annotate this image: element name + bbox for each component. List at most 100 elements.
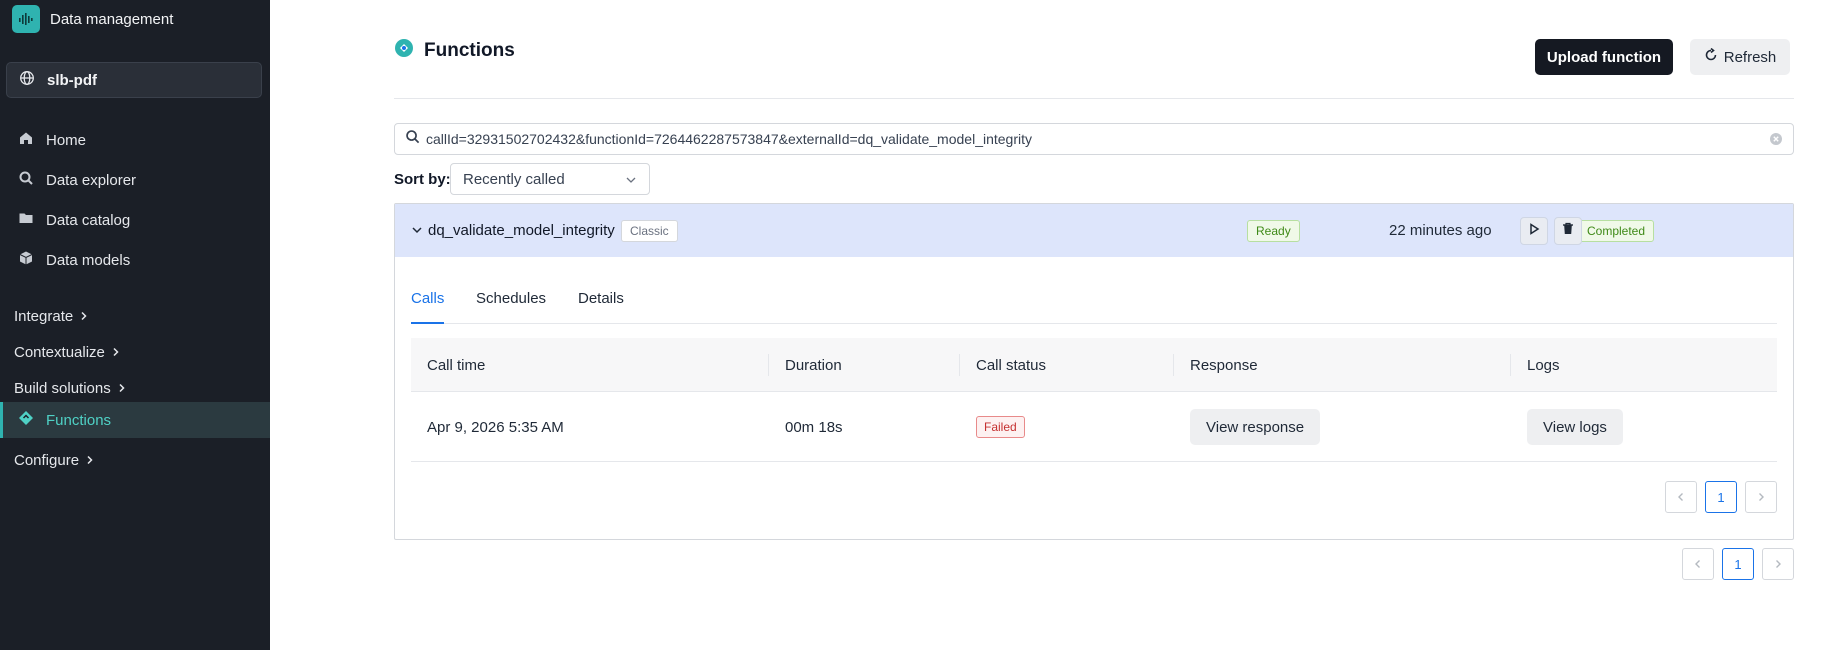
header-divider: [394, 98, 1794, 99]
function-tabs: Calls Schedules Details: [411, 288, 1777, 324]
column-separator: [768, 354, 769, 376]
sidebar-item-data-models[interactable]: Data models: [0, 242, 270, 278]
previous-page-button[interactable]: [1665, 481, 1697, 513]
chevron-down-icon: [625, 173, 637, 190]
page-number-button[interactable]: 1: [1722, 548, 1754, 580]
folder-icon: [18, 210, 34, 230]
call-time-cell: Apr 9, 2026 5:35 AM: [427, 418, 564, 436]
sidebar-item-label: Functions: [46, 411, 112, 429]
sort-label: Sort by:: [394, 171, 451, 188]
refresh-icon: [1704, 47, 1718, 66]
view-response-button[interactable]: View response: [1190, 409, 1321, 445]
sort-select[interactable]: Recently called: [450, 163, 650, 195]
sidebar: Data management slb-pdf Home Data explor…: [0, 0, 270, 650]
project-selector[interactable]: slb-pdf: [6, 62, 262, 98]
chevron-right-icon: [86, 452, 94, 469]
column-header-call-time[interactable]: Call time: [427, 338, 485, 392]
sidebar-item-home[interactable]: Home: [0, 122, 270, 158]
page-header: Functions: [394, 38, 515, 63]
play-icon: [1528, 222, 1540, 240]
page-title: Functions: [424, 39, 515, 61]
sidebar-section-label: Configure: [14, 452, 80, 469]
run-function-button[interactable]: [1520, 217, 1548, 245]
next-page-button[interactable]: [1762, 548, 1794, 580]
chevron-left-icon: [1694, 557, 1702, 572]
column-header-logs[interactable]: Logs: [1527, 338, 1560, 392]
page-number-button[interactable]: 1: [1705, 481, 1737, 513]
functions-pagination: 1: [1682, 548, 1802, 580]
sidebar-item-functions[interactable]: Functions: [0, 402, 270, 438]
function-status-badge: Ready: [1247, 220, 1300, 242]
last-called-time: 22 minutes ago: [1389, 222, 1492, 239]
chevron-right-icon: [118, 380, 126, 397]
call-status-badge: Failed: [976, 416, 1025, 438]
sidebar-item-label: Home: [46, 131, 87, 149]
sidebar-section-label: Integrate: [14, 308, 74, 325]
sidebar-section-contextualize[interactable]: Contextualize: [14, 344, 120, 361]
previous-page-button[interactable]: [1682, 548, 1714, 580]
clear-search-icon[interactable]: [1769, 132, 1783, 151]
chevron-right-icon: [112, 344, 120, 361]
sidebar-item-data-catalog[interactable]: Data catalog: [0, 202, 270, 238]
app-header: Data management: [0, 0, 270, 38]
tab-label: Calls: [411, 290, 445, 307]
cube-icon: [18, 250, 34, 270]
chevron-down-icon[interactable]: [411, 223, 423, 241]
sidebar-section-label: Build solutions: [14, 380, 111, 397]
chevron-right-icon: [80, 308, 88, 325]
chevron-right-icon: [1757, 490, 1765, 505]
tab-calls[interactable]: Calls: [411, 288, 445, 324]
page-number: 1: [1717, 489, 1725, 505]
chevron-left-icon: [1677, 490, 1685, 505]
column-separator: [1173, 354, 1174, 376]
duration-cell: 00m 18s: [785, 418, 843, 436]
home-icon: [18, 130, 34, 150]
column-header-response[interactable]: Response: [1190, 338, 1258, 392]
delete-function-button[interactable]: [1554, 217, 1582, 245]
table-row: Apr 9, 2026 5:35 AM 00m 18s Failed View …: [411, 392, 1777, 462]
sidebar-section-integrate[interactable]: Integrate: [14, 308, 88, 325]
sidebar-section-configure[interactable]: Configure: [14, 452, 94, 469]
table-header: Call time Duration Call status Response …: [411, 338, 1777, 392]
function-panel: dq_validate_model_integrity Classic Read…: [394, 203, 1794, 540]
app-title: Data management: [50, 10, 174, 28]
function-row-header[interactable]: dq_validate_model_integrity Classic Read…: [395, 204, 1793, 257]
call-status-cell: Failed: [976, 392, 1025, 462]
upload-function-button[interactable]: Upload function: [1535, 39, 1673, 75]
grid-logo-icon: [12, 5, 40, 33]
view-logs-button[interactable]: View logs: [1527, 409, 1623, 445]
globe-icon: [19, 70, 35, 91]
project-name: slb-pdf: [47, 71, 97, 89]
tab-label: Details: [578, 290, 624, 307]
search-icon: [405, 129, 420, 149]
page-number: 1: [1734, 556, 1742, 572]
sidebar-item-label: Data explorer: [46, 171, 137, 189]
sidebar-item-data-explorer[interactable]: Data explorer: [0, 162, 270, 198]
next-page-button[interactable]: [1745, 481, 1777, 513]
sidebar-section-build-solutions[interactable]: Build solutions: [14, 380, 126, 397]
trash-icon: [1562, 222, 1574, 240]
refresh-button[interactable]: Refresh: [1690, 39, 1790, 75]
tab-label: Schedules: [476, 290, 547, 307]
response-cell: View response: [1190, 392, 1321, 462]
logs-cell: View logs: [1527, 392, 1623, 462]
function-name: dq_validate_model_integrity: [428, 222, 615, 239]
sidebar-item-label: Data models: [46, 251, 131, 269]
functions-logo-icon: [394, 38, 414, 63]
column-separator: [959, 354, 960, 376]
search-bar: [394, 123, 1794, 155]
refresh-label: Refresh: [1723, 48, 1777, 66]
search-icon: [18, 170, 34, 190]
sidebar-item-label: Data catalog: [46, 211, 131, 229]
column-header-call-status[interactable]: Call status: [976, 338, 1046, 392]
sort-value: Recently called: [463, 170, 565, 188]
tab-details[interactable]: Details: [578, 288, 624, 324]
search-input[interactable]: [426, 131, 1766, 147]
functions-icon: [18, 410, 34, 430]
sidebar-section-label: Contextualize: [14, 344, 105, 361]
upload-function-label: Upload function: [1546, 48, 1662, 66]
column-separator: [1510, 354, 1511, 376]
tab-schedules[interactable]: Schedules: [476, 288, 546, 324]
column-header-duration[interactable]: Duration: [785, 338, 842, 392]
last-call-status-badge: Completed: [1578, 220, 1655, 242]
